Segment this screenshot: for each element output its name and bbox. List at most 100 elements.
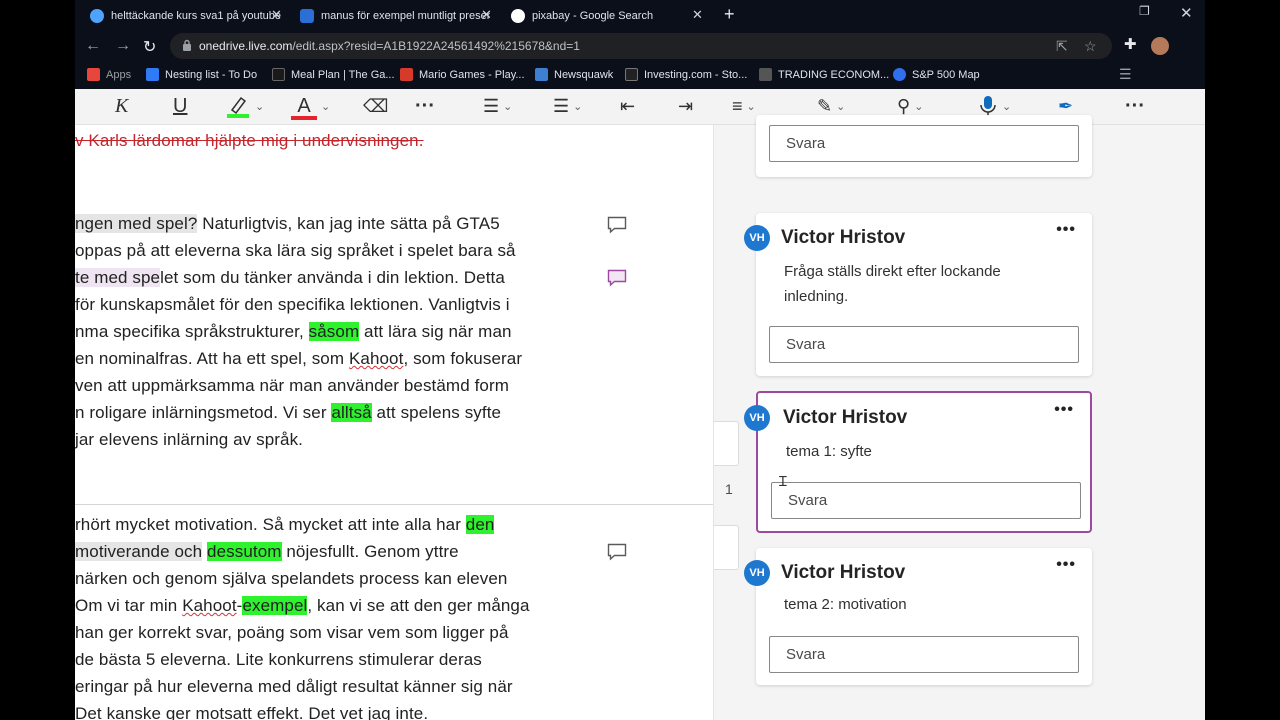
- comment-icon[interactable]: [607, 543, 627, 561]
- increase-indent-button[interactable]: ⇥: [678, 93, 693, 119]
- ribbon-overflow-button[interactable]: ···: [1125, 93, 1145, 119]
- italic-button[interactable]: K: [115, 93, 128, 119]
- bookmark-mario-games[interactable]: Mario Games - Play...: [400, 68, 525, 81]
- text-run: n roligare inlärningsmetod. Vi ser: [75, 403, 332, 422]
- mario-icon: [400, 68, 413, 81]
- reply-field[interactable]: Svara: [771, 482, 1081, 519]
- align-icon: ≡: [732, 95, 743, 116]
- doc-line: ngen med spel? Naturligtvis, kan jag int…: [75, 214, 500, 234]
- comment-card[interactable]: Victor Hristov ••• tema 2: motivation Sv…: [756, 548, 1092, 685]
- underline-button[interactable]: U: [173, 93, 187, 119]
- window-close-icon[interactable]: ✕: [1180, 4, 1193, 22]
- comment-author: Victor Hristov: [781, 562, 906, 583]
- doc-line: för kunskapsmålet för den specifika lekt…: [75, 295, 510, 314]
- highlighter-icon: [227, 96, 249, 118]
- numbering-button[interactable]: ☰ ⌄: [553, 93, 582, 119]
- document-canvas[interactable]: v Karls lärdomar hjälpte mig i undervisn…: [75, 125, 713, 720]
- bookmark-investing[interactable]: Investing.com - Sto...: [625, 68, 747, 81]
- avatar: VH: [744, 225, 770, 251]
- bookmark-apps[interactable]: Apps: [87, 68, 131, 81]
- comment-author: Victor Hristov: [781, 227, 906, 248]
- reading-list-icon[interactable]: ☰: [1119, 66, 1132, 83]
- reply-field[interactable]: Svara: [769, 636, 1079, 673]
- bullet-list-icon: ☰: [483, 95, 500, 116]
- doc-line: Det kanske ger motsatt effekt. Det vet j…: [75, 704, 429, 720]
- bookmark-sp500-map[interactable]: S&P 500 Map: [893, 68, 980, 81]
- bookmark-meal-plan[interactable]: Meal Plan | The Ga...: [272, 68, 395, 81]
- bookmark-star-icon[interactable]: ☆: [1084, 38, 1097, 55]
- clear-formatting-button[interactable]: ⌫: [363, 93, 388, 119]
- text-run: , kan vi se att den ger många: [307, 596, 530, 615]
- page-nav-down[interactable]: [714, 525, 739, 570]
- bookmark-label: Meal Plan | The Ga...: [291, 68, 395, 81]
- doc-line: en nominalfras. Att ha ett spel, som Kah…: [75, 349, 522, 369]
- doc-line: han ger korrekt svar, poäng som visar ve…: [75, 623, 509, 642]
- comment-card: Svara: [756, 115, 1092, 177]
- highlighted-text: den: [465, 515, 495, 534]
- bookmark-newsquawk[interactable]: Newsquawk: [535, 68, 613, 81]
- comment-icon-active[interactable]: [607, 269, 627, 287]
- selected-text: ngen med spel?: [75, 214, 198, 233]
- search-icon: ⚲: [897, 95, 911, 116]
- spelling-flagged-text: Kahoot: [348, 349, 404, 368]
- highlight-button[interactable]: ⌄: [225, 93, 264, 119]
- close-icon[interactable]: ✕: [481, 7, 492, 23]
- chevron-down-icon: ⌄: [503, 100, 513, 113]
- new-tab-button[interactable]: +: [724, 5, 735, 23]
- page-nav-up[interactable]: [714, 421, 739, 466]
- facebook-icon: [893, 68, 906, 81]
- bookmark-trading-economics[interactable]: TRADING ECONOM...: [759, 68, 889, 81]
- selected-text: motiverande och: [75, 542, 203, 561]
- reply-field[interactable]: Svara: [769, 125, 1079, 162]
- word-doc-icon: [300, 9, 314, 23]
- more-formatting-button[interactable]: ···: [415, 93, 435, 119]
- url-bar[interactable]: onedrive.live.com/edit.aspx?resid=A1B192…: [170, 33, 1112, 59]
- doc-line: oppas på att eleverna ska lära sig språk…: [75, 241, 516, 260]
- text-run: nöjesfullt. Genom yttre: [281, 542, 459, 561]
- text-run: nma specifika språkstrukturer,: [75, 322, 309, 341]
- url-path: /edit.aspx?resid=A1B1922A24561492%215678…: [292, 39, 580, 53]
- tab-google-search[interactable]: pixabay - Google Search: [511, 3, 701, 29]
- tab-manus[interactable]: manus för exempel muntligt presentation: [300, 3, 490, 29]
- back-arrow-icon[interactable]: ←: [85, 37, 101, 55]
- investing-icon: [625, 68, 638, 81]
- share-icon[interactable]: ⇱: [1056, 38, 1068, 55]
- more-options-icon[interactable]: •••: [1056, 556, 1076, 574]
- close-icon[interactable]: ✕: [271, 7, 282, 23]
- bookmark-label: Investing.com - Sto...: [644, 68, 748, 81]
- more-options-icon[interactable]: •••: [1056, 221, 1076, 239]
- tab-youtube[interactable]: helttäckande kurs sva1 på youtube: [90, 3, 290, 29]
- extensions-icon[interactable]: ✚: [1124, 35, 1137, 53]
- forward-arrow-icon[interactable]: →: [115, 37, 131, 55]
- comment-text: inledning.: [784, 288, 849, 305]
- bullets-button[interactable]: ☰ ⌄: [483, 93, 512, 119]
- font-color-button[interactable]: A ⌄: [291, 93, 330, 120]
- apps-grid-icon: [87, 68, 100, 81]
- decrease-indent-button[interactable]: ⇤: [620, 93, 635, 119]
- profile-avatar[interactable]: [1151, 37, 1169, 55]
- doc-line: de bästa 5 eleverna. Lite konkurrens sti…: [75, 650, 482, 669]
- reply-field[interactable]: Svara: [769, 326, 1079, 363]
- checkmark-icon: [146, 68, 159, 81]
- window-restore-icon[interactable]: ❐: [1139, 4, 1150, 18]
- chevron-down-icon: ⌄: [914, 100, 924, 113]
- increase-indent-icon: ⇥: [678, 95, 694, 116]
- bookmark-label: S&P 500 Map: [912, 68, 980, 81]
- comments-pane: 1 Svara VH Victor Hristov ••• Fråga stäl…: [713, 115, 1205, 720]
- align-button[interactable]: ≡ ⌄: [732, 93, 756, 119]
- spelling-flagged-text: Kahoot: [182, 596, 237, 615]
- comment-icon[interactable]: [607, 216, 627, 234]
- comment-card[interactable]: Victor Hristov ••• Fråga ställs direkt e…: [756, 213, 1092, 376]
- doc-line: ven att uppmärksamma när man använder be…: [75, 376, 509, 395]
- reload-icon[interactable]: ↻: [143, 37, 156, 57]
- bookmark-nesting-list[interactable]: Nesting list - To Do: [146, 68, 257, 81]
- doc-line: eringar på hur eleverna med dåligt resul…: [75, 677, 513, 696]
- avatar: VH: [744, 405, 770, 431]
- highlighted-text: dessutom: [207, 542, 282, 561]
- close-icon[interactable]: ✕: [692, 7, 703, 23]
- tab-title: pixabay - Google Search: [532, 10, 654, 22]
- comment-card-active[interactable]: Victor Hristov ••• tema 1: syfte Svara: [756, 391, 1092, 533]
- doc-line: te med spelet som du tänker använda i di…: [75, 268, 505, 288]
- more-options-icon[interactable]: •••: [1054, 401, 1074, 419]
- url-text: onedrive.live.com/edit.aspx?resid=A1B192…: [199, 39, 580, 53]
